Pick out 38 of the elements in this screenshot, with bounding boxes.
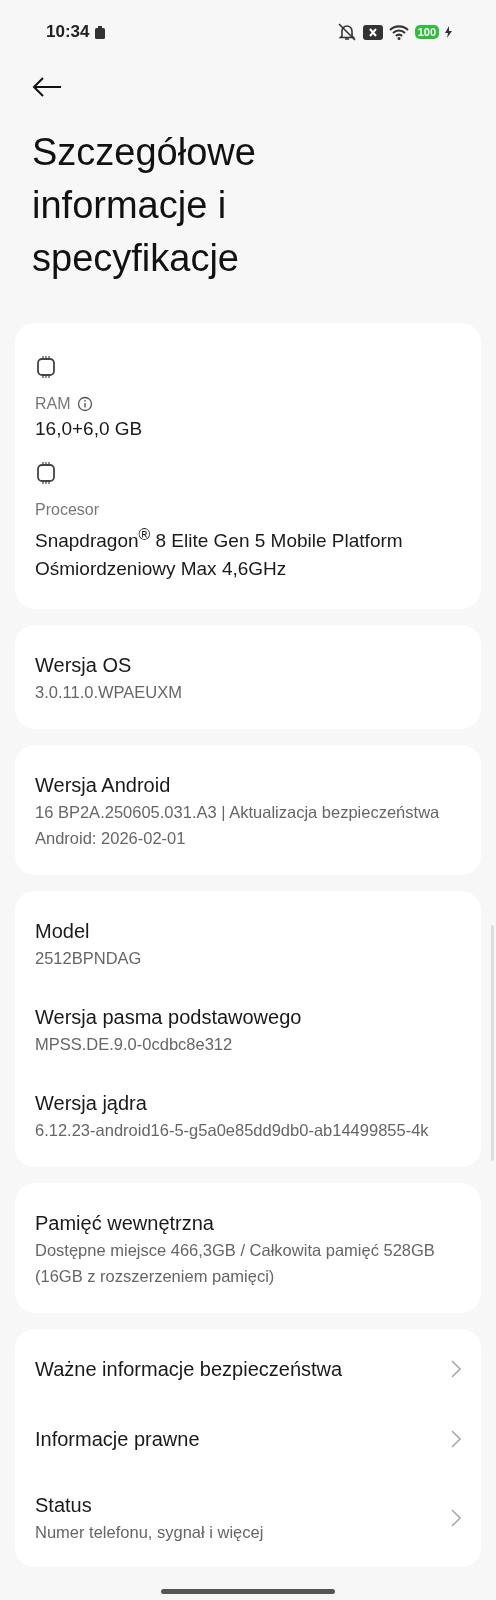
info-value: 16 BP2A.250605.031.A3 | Aktualizacja bezpieczeństwa Android: 2026-02-01 [35, 802, 441, 850]
sim-icon [362, 24, 383, 40]
info-title: Wersja jądra [35, 1091, 148, 1117]
menu-item-title: Informacje prawne [35, 1427, 200, 1453]
info-value: MPSS.DE.9.0-0cdbc8e312 [35, 1034, 234, 1056]
charging-icon [445, 26, 452, 38]
info-title: Model [35, 919, 91, 945]
spec-value: 16,0+6,0 GB [35, 417, 143, 441]
chevron-icon [451, 1360, 461, 1379]
menu-item[interactable]: Informacje prawne [35, 1415, 461, 1464]
chevron-icon [451, 1509, 461, 1528]
chip-icon [35, 355, 57, 379]
page-title: Szczegółowe informacje i specyfikacje [32, 130, 257, 281]
info-title: Wersja OS [35, 653, 133, 679]
spec-label: RAM [35, 394, 71, 414]
clipboard-icon [95, 25, 106, 39]
chip-icon [35, 461, 57, 485]
info-value: 6.12.23-android16-5-g5a0e85dd9db0-ab14499855-4k [35, 1120, 430, 1142]
muted-bell-icon [336, 23, 357, 41]
back-arrow-icon [32, 76, 62, 98]
menu-item-subtitle: Numer telefonu, sygnał i więcej [35, 1522, 264, 1544]
info-value: 2512BPNDAG [35, 948, 143, 970]
spec-value: Snapdragon$^{®}$ 8 Elite Gen 5 Mobile Platform Ośmiordzeniowy Max 4,6GHz [35, 525, 404, 582]
wifi-icon [388, 24, 409, 40]
battery-level: 100 [414, 25, 439, 39]
chevron-icon [451, 1430, 461, 1449]
info-title: Pamięć wewnętrzna [35, 1211, 215, 1237]
menu-item-title: Status [35, 1493, 93, 1519]
info-title: Wersja pasma podstawowego [35, 1005, 303, 1031]
info-value: Dostępne miejsce 466,3GB / Całkowita pamięć 528GB (16GB z rozszerzeniem pamięci) [35, 1240, 436, 1288]
info-icon[interactable] [76, 396, 93, 412]
menu-item[interactable]: Status Numer telefonu, sygnał i więcej [35, 1485, 461, 1552]
status-time: 10:34 [46, 22, 90, 42]
spec-label: Procesor [35, 500, 100, 520]
info-title: Wersja Android [35, 773, 172, 799]
menu-item-title: Ważne informacje bezpieczeństwa [35, 1357, 343, 1383]
menu-item[interactable]: Ważne informacje bezpieczeństwa [35, 1345, 461, 1394]
info-value: 3.0.11.0.WPAEUXM [35, 682, 184, 704]
